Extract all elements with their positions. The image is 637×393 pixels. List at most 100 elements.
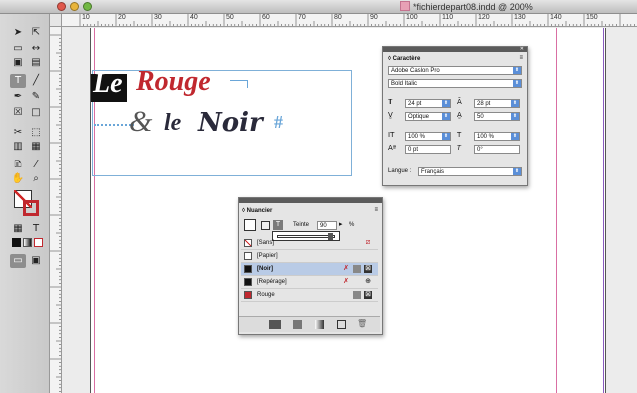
formatting-text-icon[interactable]: T — [28, 222, 44, 236]
leading-field[interactable]: 28 pt ⬍ — [474, 99, 520, 108]
show-all-swatches-icon[interactable] — [269, 320, 281, 329]
page-tool-icon[interactable]: ▭ — [10, 42, 26, 56]
swatch-name: [Noir] — [257, 266, 273, 272]
delete-swatch-icon[interactable]: 🗑 — [357, 319, 367, 328]
dropdown-arrow-icon: ⬍ — [442, 100, 450, 107]
ruler-label: 50 — [226, 14, 234, 21]
process-color-icon — [353, 291, 361, 299]
formatting-text-icon[interactable]: T — [273, 220, 283, 230]
selection-tool-icon[interactable]: ➤ — [10, 26, 26, 40]
font-size-field[interactable]: 24 pt ⬍ — [405, 99, 451, 108]
swatch-chip — [244, 265, 252, 273]
tracking-field[interactable]: 50 ⬍ — [474, 112, 520, 121]
close-window-button[interactable] — [57, 2, 66, 11]
language-select[interactable]: Français ⬍ — [418, 167, 522, 176]
title-word-noir[interactable]: Noir — [198, 108, 263, 138]
content-collector-icon[interactable]: ▣ — [10, 56, 26, 70]
cmyk-icon: ⊠ — [364, 265, 372, 273]
panel-menu-icon[interactable]: ≡ — [374, 207, 378, 213]
fill-stroke-proxy-icon[interactable] — [244, 219, 256, 231]
zoom-tool-icon[interactable]: ⌕ — [28, 172, 44, 186]
panel-grip[interactable] — [239, 198, 382, 203]
direct-selection-tool-icon[interactable]: ⇱ — [28, 26, 44, 40]
gradient-swatch-tool-icon[interactable]: ▥ — [10, 140, 26, 154]
title-word-le-2[interactable]: le — [164, 110, 181, 137]
vertical-ruler[interactable] — [50, 27, 62, 393]
ruler-origin[interactable] — [50, 14, 62, 27]
dropdown-arrow-icon: ⬍ — [511, 100, 519, 107]
title-word-le[interactable]: Le — [93, 68, 123, 100]
show-gradient-swatches-icon[interactable] — [315, 320, 324, 329]
type-tool-icon[interactable]: T — [10, 74, 26, 88]
scissors-tool-icon[interactable]: ✂ — [10, 126, 26, 140]
title-word-rouge[interactable]: Rouge — [136, 66, 211, 98]
swatch-chip — [244, 278, 252, 286]
title-ampersand[interactable]: & — [129, 105, 152, 139]
pen-tool-icon[interactable]: ✒ — [10, 90, 26, 104]
preview-mode-icon[interactable]: ▣ — [28, 254, 44, 268]
panel-menu-icon[interactable]: ≡ — [519, 55, 523, 61]
swatches-panel[interactable]: ◊ Nuancier ≡ T Teinte 90 ▸ % [Sans] ⧄ [P… — [238, 197, 383, 335]
rectangle-frame-tool-icon[interactable]: ☒ — [10, 106, 26, 120]
font-family-select[interactable]: Adobe Caslon Pro ⬍ — [388, 66, 522, 75]
stroke-swatch[interactable] — [23, 200, 39, 216]
new-swatch-icon[interactable] — [337, 320, 346, 329]
ruler-label: 110 — [442, 14, 454, 21]
apply-gradient-button[interactable] — [23, 238, 32, 247]
formatting-container-icon[interactable]: ▦ — [10, 222, 26, 236]
tint-field[interactable]: 90 — [317, 221, 337, 230]
swatch-chip — [244, 239, 252, 247]
free-transform-tool-icon[interactable]: ⬚ — [28, 126, 44, 140]
swatch-row-rouge[interactable]: Rouge ⊠ — [241, 289, 378, 302]
rectangle-tool-icon[interactable]: □ — [28, 106, 44, 120]
dropdown-arrow-icon: ⬍ — [511, 133, 519, 140]
skew-field[interactable]: 0° — [474, 145, 520, 154]
note-tool-icon[interactable]: 🗈 — [10, 158, 26, 172]
pencil-tool-icon[interactable]: ✎ — [28, 90, 44, 104]
baseline-shift-field[interactable]: 0 pt — [405, 145, 451, 154]
ruler-label: 150 — [586, 14, 598, 21]
swatch-name: [Repérage] — [257, 279, 287, 285]
window-title: *fichierdepart08.indd @ 200% — [400, 1, 630, 13]
horizontal-ruler[interactable]: 10 20 30 40 50 60 70 80 90 100 110 120 1… — [62, 14, 637, 27]
formatting-container-icon[interactable] — [261, 221, 270, 230]
vertical-scale-field[interactable]: 100 % ⬍ — [405, 132, 451, 141]
apply-color-button[interactable] — [12, 238, 21, 247]
show-color-swatches-icon[interactable] — [293, 320, 302, 329]
swatch-row-reperage[interactable]: [Repérage] ✗ ⊕ — [241, 276, 378, 289]
gap-tool-icon[interactable]: ↔ — [28, 42, 44, 56]
swatch-row-sans[interactable]: [Sans] ⧄ — [241, 237, 378, 250]
zoom-window-button[interactable] — [83, 2, 92, 11]
hand-tool-icon[interactable]: ✋ — [10, 172, 26, 186]
tools-panel: ➤ ⇱ ▭ ↔ ▣ ▤ T ╱ ✒ ✎ ☒ □ ✂ ⬚ ▥ ▦ 🗈 ⁄ ✋ ⌕ … — [0, 14, 50, 393]
panel-close-icon[interactable]: ✕ — [520, 46, 524, 52]
tab-nuancier[interactable]: ◊ Nuancier — [242, 208, 272, 214]
swatch-row-noir[interactable]: [Noir] ✗ ⊠ — [241, 263, 378, 276]
font-style-select[interactable]: Bold Italic ⬍ — [388, 79, 522, 88]
normal-view-icon[interactable]: ▭ — [10, 254, 26, 268]
swatch-row-papier[interactable]: [Papier] — [241, 250, 378, 263]
tracking-icon: A̰ — [457, 111, 462, 119]
tint-stepper-icon[interactable]: ▸ — [339, 220, 343, 228]
title-bar: *fichierdepart08.indd @ 200% — [0, 0, 637, 14]
kerning-field[interactable]: Optique ⬍ — [405, 112, 451, 121]
character-panel[interactable]: ✕ ◊ Caractère ≡ Adobe Caslon Pro ⬍ Bold I… — [382, 46, 528, 186]
eyedropper-tool-icon[interactable]: ⁄ — [28, 158, 44, 172]
dropdown-arrow-icon: ⬍ — [442, 113, 450, 120]
paragraph-end-mark-icon — [230, 80, 248, 88]
horizontal-scale-field[interactable]: 100 % ⬍ — [474, 132, 520, 141]
content-placer-icon[interactable]: ▤ — [28, 56, 44, 70]
dropdown-arrow-icon: ⬍ — [513, 67, 521, 74]
apply-none-button[interactable] — [34, 238, 43, 247]
tab-caractere[interactable]: ◊ Caractère — [388, 56, 420, 62]
leading-icon: Ā — [457, 98, 462, 106]
dropdown-arrow-icon: ⬍ — [513, 168, 521, 175]
swatch-name: Rouge — [257, 292, 275, 298]
dropdown-arrow-icon: ⬍ — [511, 113, 519, 120]
panel-grip[interactable] — [383, 47, 527, 52]
gradient-feather-tool-icon[interactable]: ▦ — [28, 140, 44, 154]
ruler-label: 70 — [298, 14, 306, 21]
minimize-window-button[interactable] — [70, 2, 79, 11]
language-label: Langue : — [388, 168, 412, 174]
line-tool-icon[interactable]: ╱ — [28, 74, 44, 88]
